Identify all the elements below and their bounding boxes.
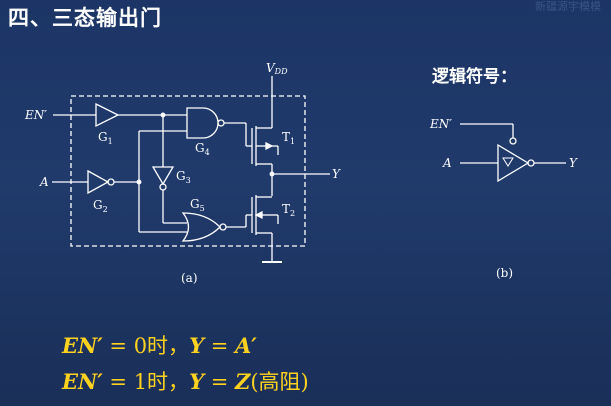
g1-label: G1 [98,130,113,146]
eq2-en: EN′ [62,369,103,394]
a-input-label: A [39,175,49,189]
circuit-caption: (a) [181,271,198,285]
gate-g4-nand [186,107,219,139]
vdd-label: VDD [266,61,288,76]
t2-label: T2 [282,202,295,218]
g5-label: G5 [190,197,205,213]
symbol-enable-bubble [509,137,517,145]
equation-enable-low: EN′ = 0时，Y = A′ [62,333,257,358]
tri-state-buffer-symbol [497,143,530,183]
eq1-en: EN′ [62,333,103,358]
gate-g2-inverter [87,169,110,195]
gate-g5-nor [181,212,221,242]
gate-g1-buffer [95,102,120,128]
symbol-en-label: EN′ [429,117,452,131]
symbol-a-label: A [442,156,452,170]
en-input-label: EN′ [24,108,47,122]
t1-label: T1 [282,130,295,146]
symbol-y-label: Y [569,156,578,170]
equation-enable-high: EN′ = 1时，Y = Z(高阻) [62,369,309,394]
g2-label: G2 [93,198,108,214]
tri-state-mark-icon [502,157,514,167]
g4-label: G4 [195,141,210,157]
y-output-label: Y [332,167,341,181]
symbol-caption: (b) [496,266,513,280]
g3-label: G3 [176,169,191,185]
gate-g3-inverter [151,166,175,186]
